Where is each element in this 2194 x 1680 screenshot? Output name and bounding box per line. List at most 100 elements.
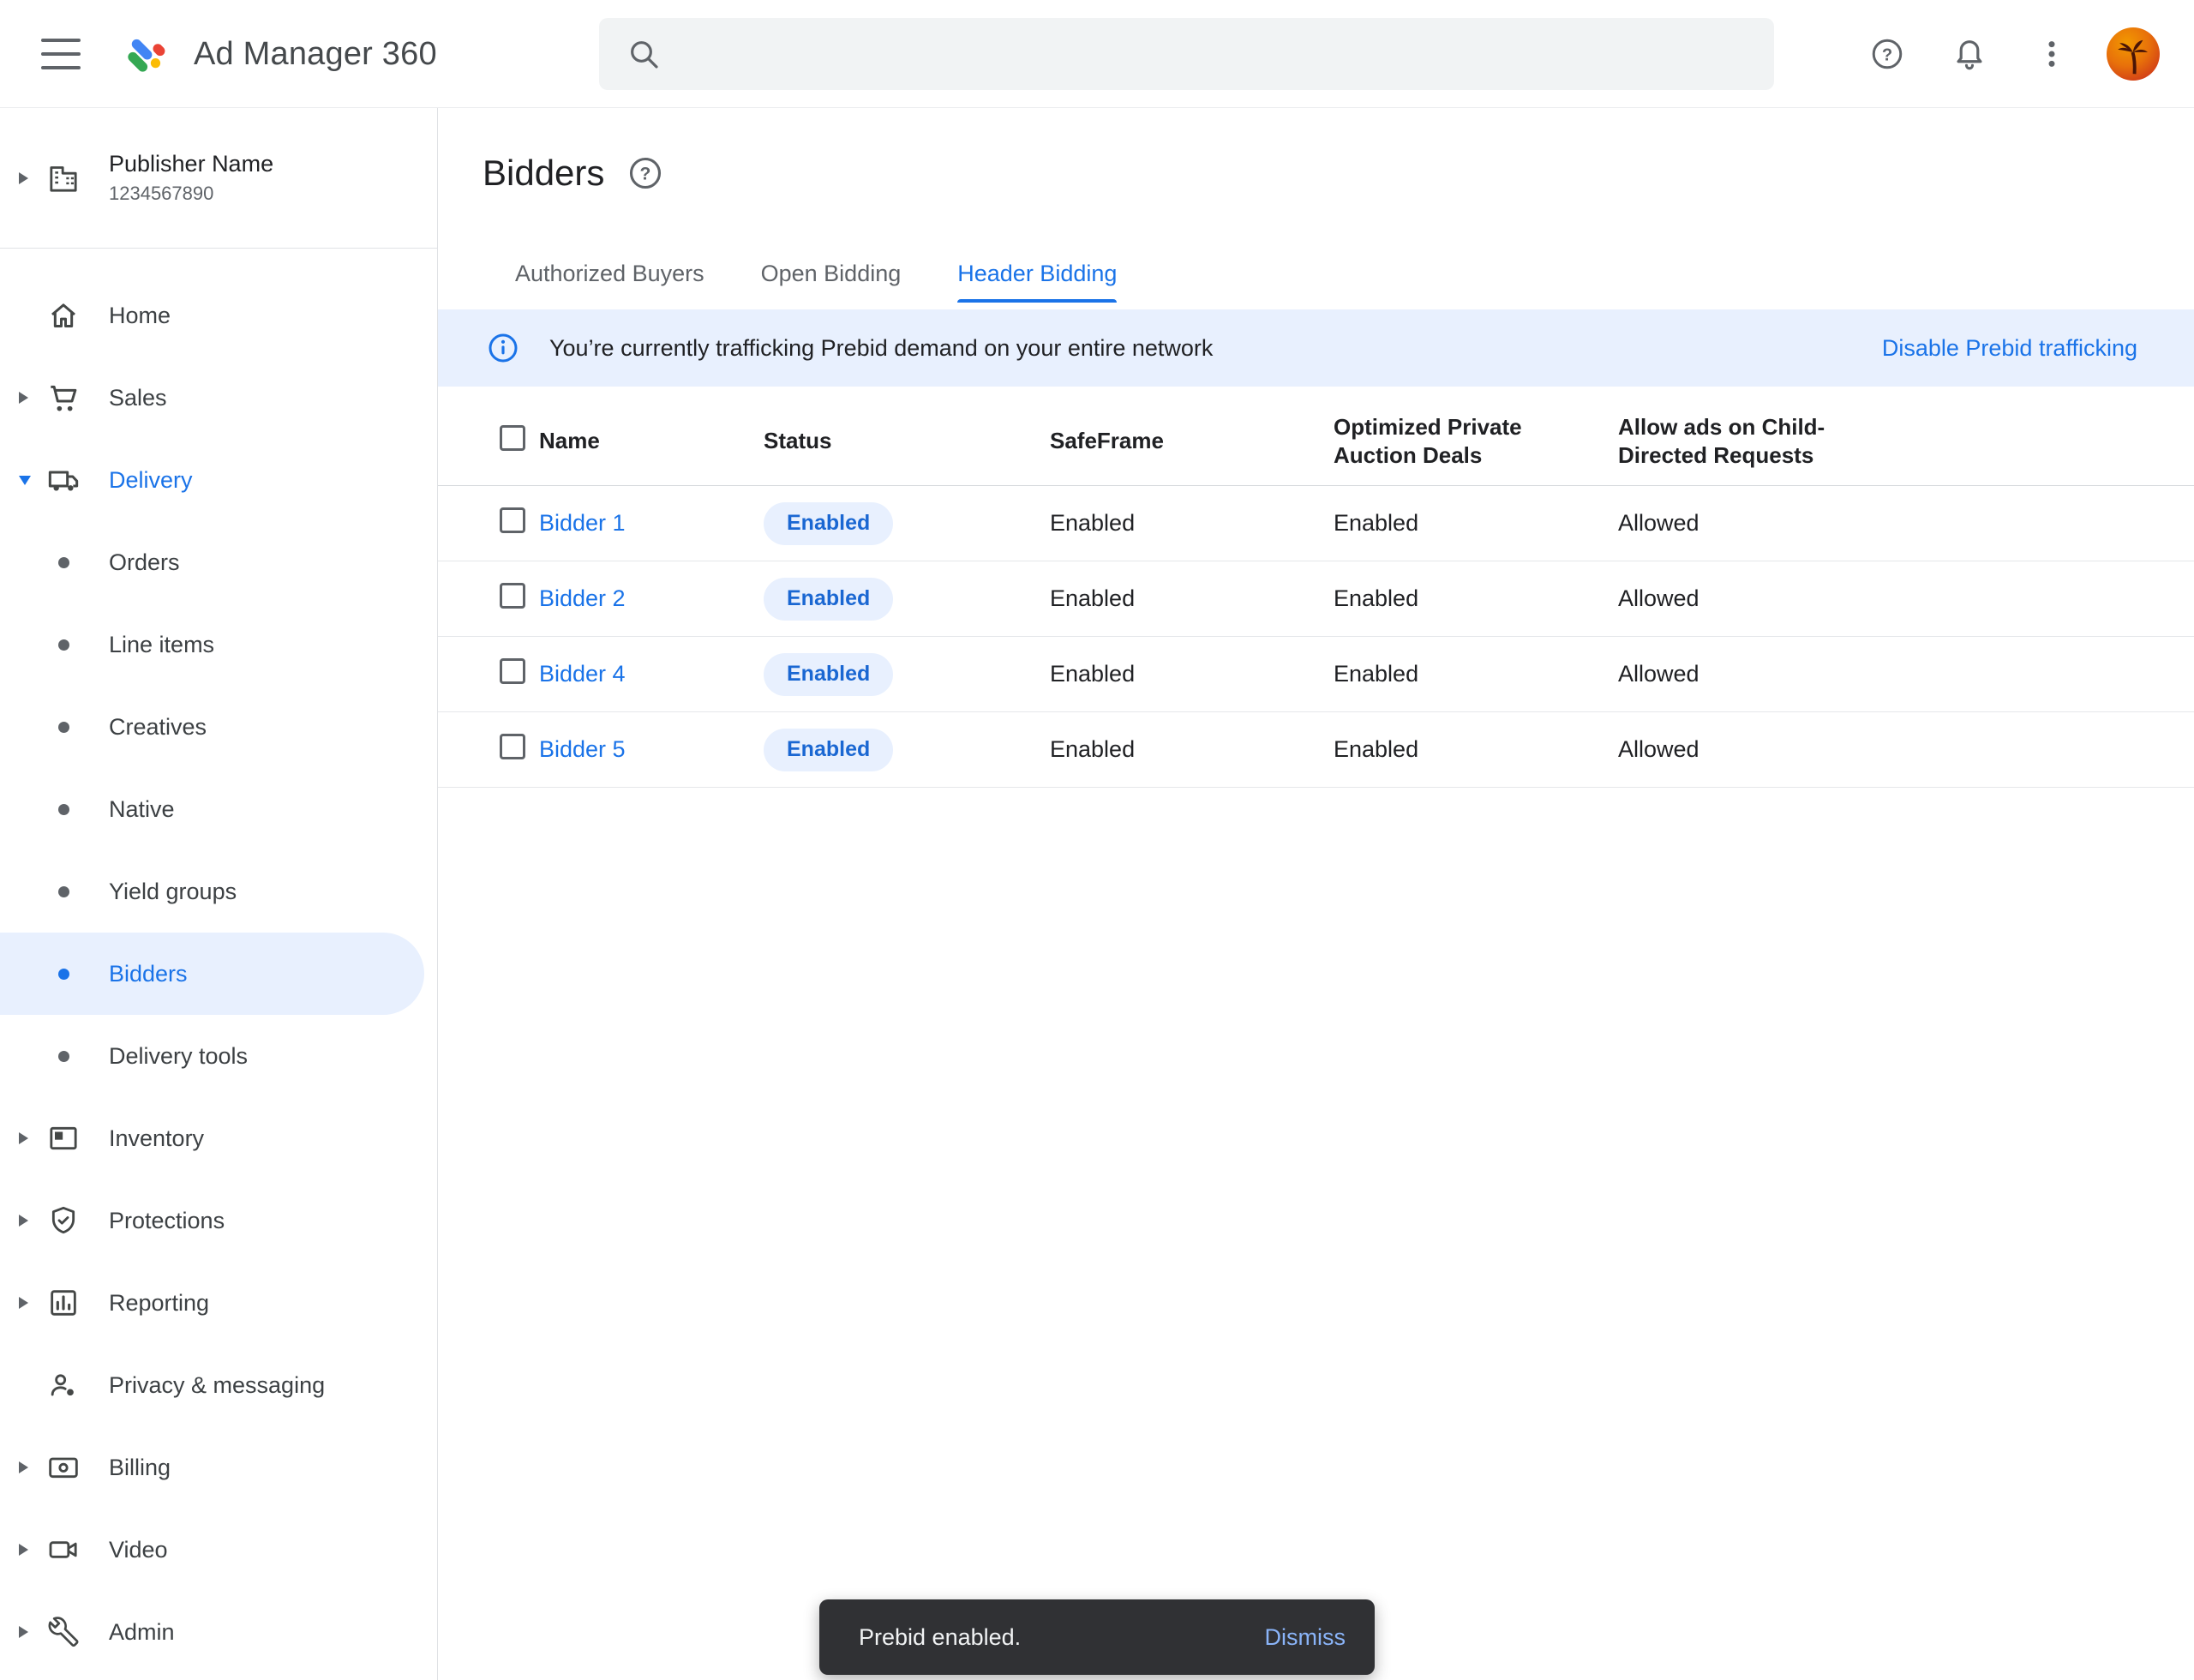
sidebar-item-bidders[interactable]: Bidders (0, 933, 424, 1015)
opad-value: Enabled (1334, 510, 1618, 537)
sidebar-item-home[interactable]: Home (0, 274, 437, 357)
tab-authorized-buyers[interactable]: Authorized Buyers (515, 261, 704, 303)
bidder-link[interactable]: Bidder 4 (539, 661, 626, 687)
search-icon (626, 37, 661, 71)
sidebar-item-label: Video (109, 1537, 168, 1563)
sidebar-item-native[interactable]: Native (0, 768, 437, 850)
bullet-icon (58, 969, 69, 980)
sidebar-item-label: Protections (109, 1208, 225, 1234)
bullet-icon (58, 557, 69, 568)
payment-card-icon (46, 1450, 81, 1485)
menu-icon[interactable] (41, 39, 81, 69)
column-header-safeframe[interactable]: SafeFrame (1050, 427, 1334, 455)
sidebar-item-label: Inventory (109, 1125, 204, 1152)
wrench-icon (46, 1615, 81, 1649)
bullet-icon (58, 804, 69, 815)
publisher-selector[interactable]: Publisher Name 1234567890 (0, 108, 437, 249)
bullet-icon (58, 639, 69, 651)
inventory-icon (46, 1121, 81, 1155)
help-icon[interactable]: ? (1860, 27, 1915, 81)
sidebar-item-protections[interactable]: Protections (0, 1179, 437, 1262)
sidebar-item-label: Delivery (109, 467, 193, 494)
column-header-status[interactable]: Status (764, 427, 1050, 455)
info-icon (486, 331, 520, 365)
truck-icon (46, 463, 81, 497)
shield-icon (46, 1203, 81, 1238)
column-header-opad[interactable]: Optimized Private Auction Deals (1334, 413, 1591, 470)
bidders-table: Name Status SafeFrame Optimized Private … (438, 397, 2194, 788)
status-chip: Enabled (764, 578, 893, 621)
notifications-icon[interactable] (1942, 27, 1997, 81)
sidebar-item-label: Bidders (109, 961, 188, 987)
table-row: Bidder 4 Enabled Enabled Enabled Allowed (438, 637, 2194, 712)
row-checkbox[interactable] (500, 658, 525, 684)
account-avatar[interactable] (2107, 27, 2160, 81)
publisher-id: 1234567890 (109, 183, 273, 205)
app-name: Ad Manager 360 (194, 36, 437, 73)
opad-value: Enabled (1334, 736, 1618, 763)
safeframe-value: Enabled (1050, 510, 1334, 537)
sidebar-item-yield-groups[interactable]: Yield groups (0, 850, 437, 933)
sidebar-item-label: Orders (109, 549, 180, 576)
bidder-link[interactable]: Bidder 2 (539, 585, 626, 611)
bidder-link[interactable]: Bidder 1 (539, 510, 626, 536)
expand-icon (19, 172, 28, 184)
expand-icon (19, 1215, 28, 1227)
tab-header-bidding[interactable]: Header Bidding (957, 261, 1117, 303)
column-header-child-directed[interactable]: Allow ads on Child-Directed Requests (1618, 413, 1849, 470)
dismiss-button[interactable]: Dismiss (1251, 1612, 1360, 1663)
tab-open-bidding[interactable]: Open Bidding (761, 261, 902, 303)
brand: Ad Manager 360 (120, 0, 437, 108)
select-all-checkbox[interactable] (500, 425, 525, 451)
sidebar-item-creatives[interactable]: Creatives (0, 686, 437, 768)
page-help-icon[interactable]: ? (626, 154, 664, 192)
row-checkbox[interactable] (500, 734, 525, 759)
cart-icon (46, 381, 81, 415)
sidebar-item-admin[interactable]: Admin (0, 1591, 437, 1673)
row-checkbox[interactable] (500, 583, 525, 609)
search-bar[interactable] (599, 18, 1774, 90)
disable-prebid-trafficking-link[interactable]: Disable Prebid trafficking (1882, 335, 2137, 362)
sidebar-item-sales[interactable]: Sales (0, 357, 437, 439)
more-options-icon[interactable] (2024, 27, 2079, 81)
snackbar-message: Prebid enabled. (859, 1624, 1021, 1651)
expand-icon (19, 1544, 28, 1556)
sidebar-item-label: Billing (109, 1455, 171, 1481)
sidebar-item-label: Line items (109, 632, 214, 658)
search-input[interactable] (678, 40, 1760, 68)
building-icon (46, 161, 81, 195)
sidebar-item-inventory[interactable]: Inventory (0, 1097, 437, 1179)
sidebar-item-line-items[interactable]: Line items (0, 603, 437, 686)
status-chip: Enabled (764, 502, 893, 545)
table-row: Bidder 5 Enabled Enabled Enabled Allowed (438, 712, 2194, 788)
topbar: Ad Manager 360 ? (0, 0, 2194, 108)
video-camera-icon (46, 1533, 81, 1567)
column-header-name[interactable]: Name (539, 427, 764, 455)
sidebar-item-orders[interactable]: Orders (0, 521, 437, 603)
status-chip: Enabled (764, 729, 893, 771)
table-row: Bidder 1 Enabled Enabled Enabled Allowed (438, 486, 2194, 561)
main-content: Bidders ? Authorized Buyers Open Bidding… (438, 108, 2194, 1680)
sidebar-item-billing[interactable]: Billing (0, 1426, 437, 1509)
sidebar-item-label: Reporting (109, 1290, 209, 1317)
safeframe-value: Enabled (1050, 585, 1334, 612)
topbar-actions: ? (1860, 0, 2160, 108)
svg-text:?: ? (1882, 45, 1892, 64)
row-checkbox[interactable] (500, 507, 525, 533)
sidebar-item-delivery-tools[interactable]: Delivery tools (0, 1015, 437, 1097)
sidebar-item-privacy-messaging[interactable]: Privacy & messaging (0, 1344, 437, 1426)
sidebar-item-delivery[interactable]: Delivery (0, 439, 437, 521)
child-directed-value: Allowed (1618, 510, 2194, 537)
bidder-link[interactable]: Bidder 5 (539, 736, 626, 762)
sidebar-item-reporting[interactable]: Reporting (0, 1262, 437, 1344)
table-header-row: Name Status SafeFrame Optimized Private … (438, 397, 2194, 486)
expand-icon (19, 1461, 28, 1473)
expand-icon (19, 1297, 28, 1309)
sidebar-item-video[interactable]: Video (0, 1509, 437, 1591)
sidebar-item-label: Privacy & messaging (109, 1372, 325, 1399)
svg-text:?: ? (640, 165, 651, 184)
expand-icon (19, 1132, 28, 1144)
person-badge-icon (46, 1368, 81, 1402)
sidebar-item-label: Creatives (109, 714, 207, 741)
tab-bar: Authorized Buyers Open Bidding Header Bi… (515, 261, 2194, 303)
